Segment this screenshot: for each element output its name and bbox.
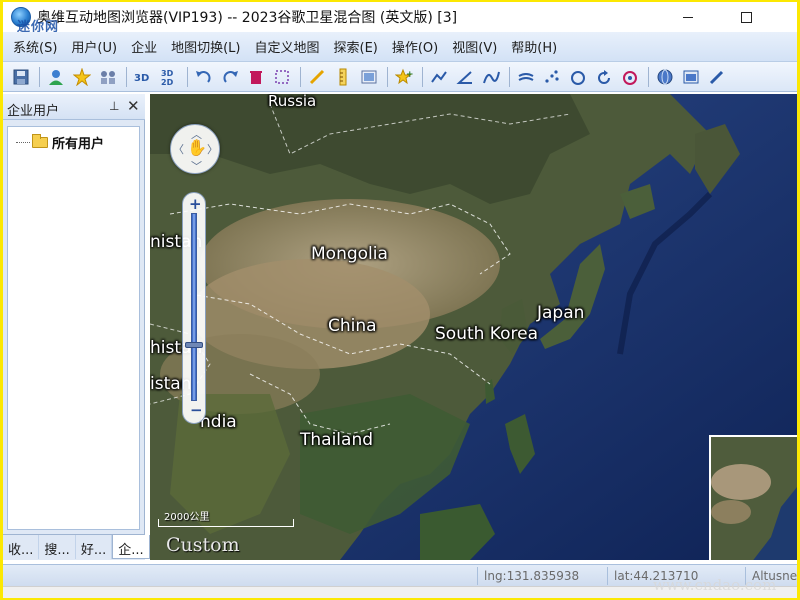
toolbar-separator: [187, 66, 188, 87]
footer-watermark: www.cndao.com: [653, 576, 777, 594]
pan-left-icon[interactable]: 〈: [173, 141, 184, 157]
menu-help[interactable]: 帮助(H): [511, 37, 557, 56]
overview-minimap[interactable]: [709, 435, 797, 560]
delete-icon[interactable]: [246, 67, 266, 87]
angle-icon[interactable]: [455, 67, 475, 87]
map-label-japan: Japan: [537, 303, 585, 323]
menu-enterprise[interactable]: 企业: [131, 37, 157, 56]
target-icon[interactable]: [620, 67, 640, 87]
tab-enterprise[interactable]: 企...: [112, 535, 150, 559]
curve-icon[interactable]: [481, 67, 501, 87]
user-icon[interactable]: [46, 67, 66, 87]
ruler-icon[interactable]: [333, 67, 353, 87]
favorite-star-icon[interactable]: [72, 67, 92, 87]
tab-favorites[interactable]: 收...: [3, 535, 40, 559]
svg-text:3D: 3D: [161, 69, 174, 78]
window-title: 奥维互动地图浏览器(VIP193) -- 2023谷歌卫星混合图 (英文版) […: [37, 10, 458, 26]
app-window: 奥维互动地图浏览器(VIP193) -- 2023谷歌卫星混合图 (英文版) […: [3, 2, 797, 598]
select-rect-icon[interactable]: [272, 67, 292, 87]
menu-explore[interactable]: 探索(E): [334, 37, 378, 56]
scatter-points-icon[interactable]: [542, 67, 562, 87]
toolbar-separator: [422, 66, 423, 87]
view-3d-2d-icon[interactable]: 3D 2D: [159, 67, 179, 87]
view-3d-icon[interactable]: 3D: [133, 67, 153, 87]
menu-map-switch[interactable]: 地图切换(L): [171, 37, 240, 56]
zoom-in-button[interactable]: +: [189, 195, 202, 213]
toolbar-separator: [300, 66, 301, 87]
map-label-russia: Russia: [268, 94, 317, 110]
add-marker-icon[interactable]: +: [394, 67, 414, 87]
save-icon[interactable]: [11, 67, 31, 87]
group-icon[interactable]: [98, 67, 118, 87]
svg-text:+: +: [406, 70, 413, 80]
map-label-thailand: Thailand: [300, 430, 374, 450]
svg-text:3D: 3D: [134, 73, 149, 84]
status-divider: [607, 567, 608, 585]
map-label-mongolia: Mongolia: [311, 244, 388, 264]
toolbar-separator: [126, 66, 127, 87]
toolbar-separator: [509, 66, 510, 87]
panel-title: 企业用户: [7, 104, 60, 119]
folder-icon: [32, 134, 48, 148]
rotate-icon[interactable]: [594, 67, 614, 87]
minimize-icon: [683, 16, 693, 18]
pan-control[interactable]: ︿ ﹀ 〈 〉 ✋: [170, 124, 220, 174]
circle-icon[interactable]: [568, 67, 588, 87]
menu-bar: 系统(S) 用户(U) 企业 地图切换(L) 自定义地图 探索(E) 操作(O)…: [3, 32, 797, 62]
polyline-icon[interactable]: [429, 67, 449, 87]
pen-icon[interactable]: [307, 67, 327, 87]
toolbar-separator: [387, 66, 388, 87]
toolbar: 3D 3D 2D +: [3, 62, 797, 92]
minimize-button[interactable]: [665, 2, 711, 32]
toolbar-separator: [39, 66, 40, 87]
toolbar-separator: [648, 66, 649, 87]
menu-system[interactable]: 系统(S): [13, 37, 57, 56]
menu-custom-map[interactable]: 自定义地图: [254, 37, 319, 56]
maximize-button[interactable]: [723, 2, 769, 32]
pan-right-icon[interactable]: 〉: [207, 141, 218, 157]
zoom-control[interactable]: + −: [182, 192, 206, 424]
menu-view[interactable]: 视图(V): [452, 37, 497, 56]
hand-icon: ✋: [187, 138, 207, 157]
undo-icon[interactable]: [194, 67, 214, 87]
tree-node-label: 所有用户: [52, 137, 105, 152]
pin-icon[interactable]: ⊥: [109, 99, 119, 113]
panel-tabs: 收... 搜... 好... 企...: [3, 534, 150, 560]
maximize-icon: [740, 11, 752, 23]
status-divider: [477, 567, 478, 585]
custom-overlay-label: Custom: [166, 534, 240, 556]
close-icon[interactable]: ✕: [127, 97, 140, 115]
map-label-china: China: [328, 316, 377, 336]
tab-search[interactable]: 搜...: [39, 535, 76, 559]
image-icon[interactable]: [359, 67, 379, 87]
enterprise-users-panel: 企业用户 ⊥ ✕ 所有用户 收... 搜... 好... 企...: [3, 94, 150, 560]
tab-friends[interactable]: 好...: [76, 535, 113, 559]
map-view[interactable]: Russia Mongolia China South Korea Japan …: [150, 94, 797, 560]
zoom-out-button[interactable]: −: [190, 401, 203, 419]
globe-icon[interactable]: [655, 67, 675, 87]
layers-icon[interactable]: [681, 67, 701, 87]
panel-header: 企业用户 ⊥ ✕: [3, 94, 145, 120]
track-icon[interactable]: [516, 67, 536, 87]
edit-icon[interactable]: [707, 67, 727, 87]
title-bar: 奥维互动地图浏览器(VIP193) -- 2023谷歌卫星混合图 (英文版) […: [3, 2, 797, 35]
pan-down-icon[interactable]: ﹀: [191, 158, 202, 174]
map-label-south-korea: South Korea: [435, 324, 539, 344]
minimap-imagery: [711, 437, 797, 560]
tree-line: [16, 142, 30, 143]
status-longitude: lng:131.835938: [484, 569, 580, 583]
user-tree: 所有用户: [7, 126, 140, 530]
svg-text:2D: 2D: [161, 78, 174, 87]
tree-node-all-users[interactable]: 所有用户: [16, 133, 104, 152]
menu-user[interactable]: 用户(U): [71, 37, 117, 56]
zoom-slider-track[interactable]: [191, 213, 197, 401]
redo-icon[interactable]: [220, 67, 240, 87]
menu-operate[interactable]: 操作(O): [392, 37, 438, 56]
scale-bar: [158, 519, 294, 527]
zoom-slider-thumb[interactable]: [185, 341, 203, 348]
